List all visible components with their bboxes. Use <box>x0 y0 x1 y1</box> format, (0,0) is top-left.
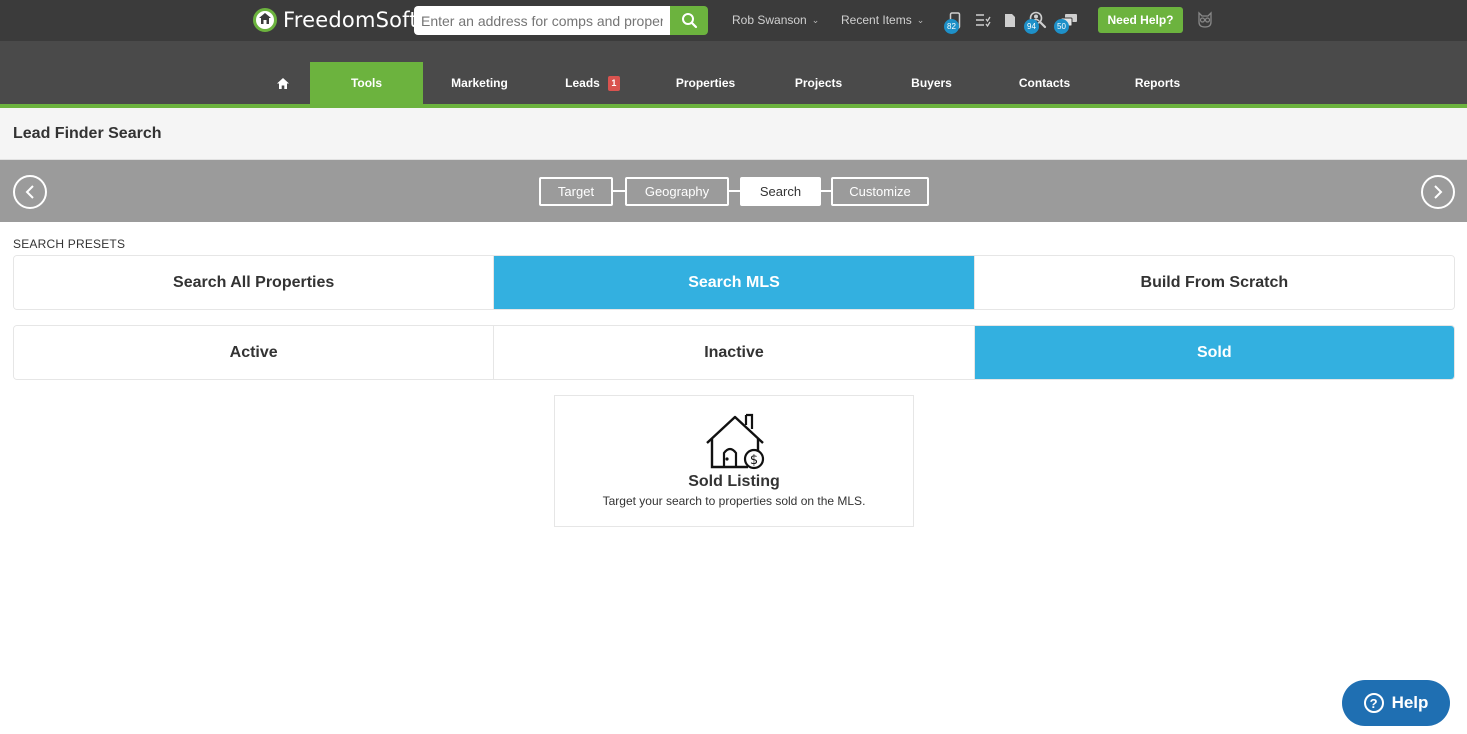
logo-mark-icon <box>253 8 277 32</box>
recent-items-label: Recent Items <box>841 13 912 27</box>
svg-text:$: $ <box>750 453 758 468</box>
nav-item-contacts[interactable]: Contacts <box>988 62 1101 104</box>
nav-item-reports[interactable]: Reports <box>1101 62 1214 104</box>
house-dollar-icon: $ <box>702 411 768 471</box>
page-title: Lead Finder Search <box>13 125 162 142</box>
step-target[interactable]: Target <box>539 177 613 206</box>
user-name: Rob Swanson <box>732 13 807 27</box>
brand-name: FreedomSoft <box>283 8 418 32</box>
preset-search-all-properties[interactable]: Search All Properties <box>14 256 495 309</box>
nav-item-leads[interactable]: Leads 1 <box>536 62 649 104</box>
nav-item-properties[interactable]: Properties <box>649 62 762 104</box>
preset-search-mls[interactable]: Search MLS <box>494 256 975 309</box>
chevron-down-icon: ⌄ <box>811 14 820 25</box>
need-help-button[interactable]: Need Help? <box>1098 7 1183 33</box>
help-button[interactable]: ? Help <box>1342 680 1450 726</box>
nav-item-label: Projects <box>794 76 843 90</box>
card-description: Target your search to properties sold on… <box>602 494 866 508</box>
next-step-button[interactable] <box>1421 175 1455 209</box>
nav-item-label: Tools <box>350 76 383 90</box>
nav-item-label: Contacts <box>1018 76 1071 90</box>
address-search-input[interactable] <box>414 6 670 35</box>
nav-item-tools[interactable]: Tools <box>310 62 423 104</box>
nav-item-label: Buyers <box>911 76 952 90</box>
owl-icon[interactable] <box>1196 11 1214 29</box>
status-inactive[interactable]: Inactive <box>494 326 975 379</box>
search-icon <box>681 13 697 29</box>
address-search <box>414 6 708 35</box>
previous-step-button[interactable] <box>13 175 47 209</box>
nav-item-label: Leads <box>565 76 600 90</box>
home-icon <box>277 77 289 89</box>
person-search-badge: 94 <box>1024 19 1039 34</box>
top-bar: FreedomSoft Rob Swanson ⌄ Recent Items ⌄… <box>0 0 1467 41</box>
title-bar: Lead Finder Search <box>0 108 1467 160</box>
question-icon: ? <box>1363 693 1384 713</box>
nav-item-label: Marketing <box>451 76 508 90</box>
search-button[interactable] <box>670 6 708 35</box>
nav-item-marketing[interactable]: Marketing <box>423 62 536 104</box>
listing-status-selector: Active Inactive Sold <box>13 325 1455 380</box>
preset-build-from-scratch[interactable]: Build From Scratch <box>974 256 1454 309</box>
leads-count-badge: 1 <box>607 75 620 91</box>
status-sold[interactable]: Sold <box>974 326 1454 379</box>
sold-listing-card[interactable]: $ Sold Listing Target your search to pro… <box>554 395 914 527</box>
nav-item-projects[interactable]: Projects <box>762 62 875 104</box>
main-nav: Tools Marketing Leads 1 Properties Proje… <box>0 41 1467 104</box>
task-list-icon[interactable] <box>974 11 992 29</box>
wizard-steps-bar: Target Geography Search Customize <box>0 160 1467 222</box>
nav-item-label: Reports <box>1134 76 1181 90</box>
status-active[interactable]: Active <box>14 326 495 379</box>
recent-items-menu[interactable]: Recent Items ⌄ <box>841 13 924 27</box>
help-label: Help <box>1391 693 1429 712</box>
step-connector <box>821 190 831 192</box>
chevron-down-icon: ⌄ <box>916 14 925 25</box>
search-presets-label: SEARCH PRESETS <box>13 237 126 251</box>
chat-badge: 50 <box>1054 19 1069 34</box>
step-geography[interactable]: Geography <box>625 177 729 206</box>
preset-type-selector: Search All Properties Search MLS Build F… <box>13 255 1455 310</box>
nav-item-buyers[interactable]: Buyers <box>875 62 988 104</box>
home-nav-item[interactable] <box>263 62 303 104</box>
step-customize[interactable]: Customize <box>831 177 929 206</box>
nav-item-label: Properties <box>675 76 736 90</box>
card-title: Sold Listing <box>688 473 780 490</box>
step-search[interactable]: Search <box>740 177 821 206</box>
document-icon[interactable] <box>1001 11 1019 29</box>
phone-badge: 82 <box>944 19 959 34</box>
chevron-right-icon <box>1434 185 1443 199</box>
step-connector <box>613 190 625 192</box>
user-menu[interactable]: Rob Swanson ⌄ <box>732 13 819 27</box>
brand-logo[interactable]: FreedomSoft <box>253 8 418 32</box>
chevron-left-icon <box>25 185 34 199</box>
step-connector <box>729 190 740 192</box>
